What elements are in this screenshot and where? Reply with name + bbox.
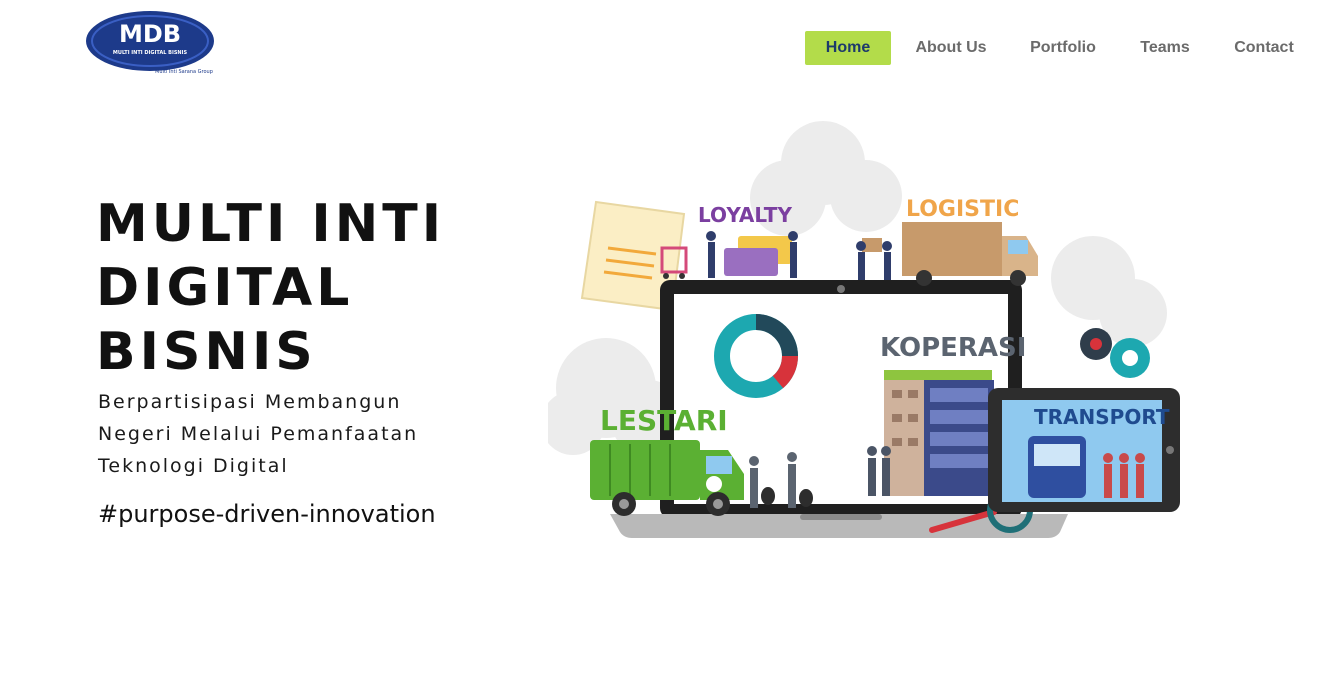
transport-label: TRANSPORT bbox=[1034, 405, 1170, 429]
hero-subtitle-line: Negeri Melalui Pemanfaatan bbox=[98, 423, 419, 445]
company-logo[interactable]: MDB MULTI INTI DIGITAL BISNIS Multi Inti… bbox=[86, 10, 218, 76]
nav-home[interactable]: Home bbox=[805, 31, 891, 65]
hero-title: MULTI INTI DIGITAL BISNIS bbox=[96, 192, 496, 384]
hero-subtitle-line: Teknologi Digital bbox=[98, 455, 289, 477]
logo-name: MULTI INTI DIGITAL BISNIS bbox=[113, 50, 188, 56]
hero-subtitle-line: Berpartisipasi Membangun bbox=[98, 391, 402, 413]
hero-subtitle: Berpartisipasi Membangun Negeri Melalui … bbox=[98, 386, 498, 482]
lestari-label: LESTARI bbox=[600, 404, 728, 437]
hero-title-line: BISNIS bbox=[96, 322, 317, 382]
nav-portfolio[interactable]: Portfolio bbox=[1019, 31, 1107, 65]
hero-illustration: LOYALTY LOGISTIC KOPERASI TRANSPORT LEST… bbox=[541, 118, 1198, 558]
nav-contact[interactable]: Contact bbox=[1225, 31, 1303, 65]
nav-about-us[interactable]: About Us bbox=[905, 31, 997, 65]
nav-teams[interactable]: Teams bbox=[1131, 31, 1199, 65]
hero-tagline: #purpose-driven-innovation bbox=[98, 500, 436, 528]
hero-title-line: DIGITAL bbox=[96, 258, 354, 318]
transport-scene: TRANSPORT bbox=[988, 388, 1180, 512]
logo-group: Multi Inti Sarana Group bbox=[155, 69, 213, 75]
logistic-label: LOGISTIC bbox=[906, 197, 1019, 222]
hero-title-line: MULTI INTI bbox=[96, 194, 446, 254]
koperasi-label: KOPERASI bbox=[880, 333, 1026, 363]
loyalty-label: LOYALTY bbox=[698, 203, 792, 227]
logo-mark: MDB bbox=[119, 20, 181, 48]
